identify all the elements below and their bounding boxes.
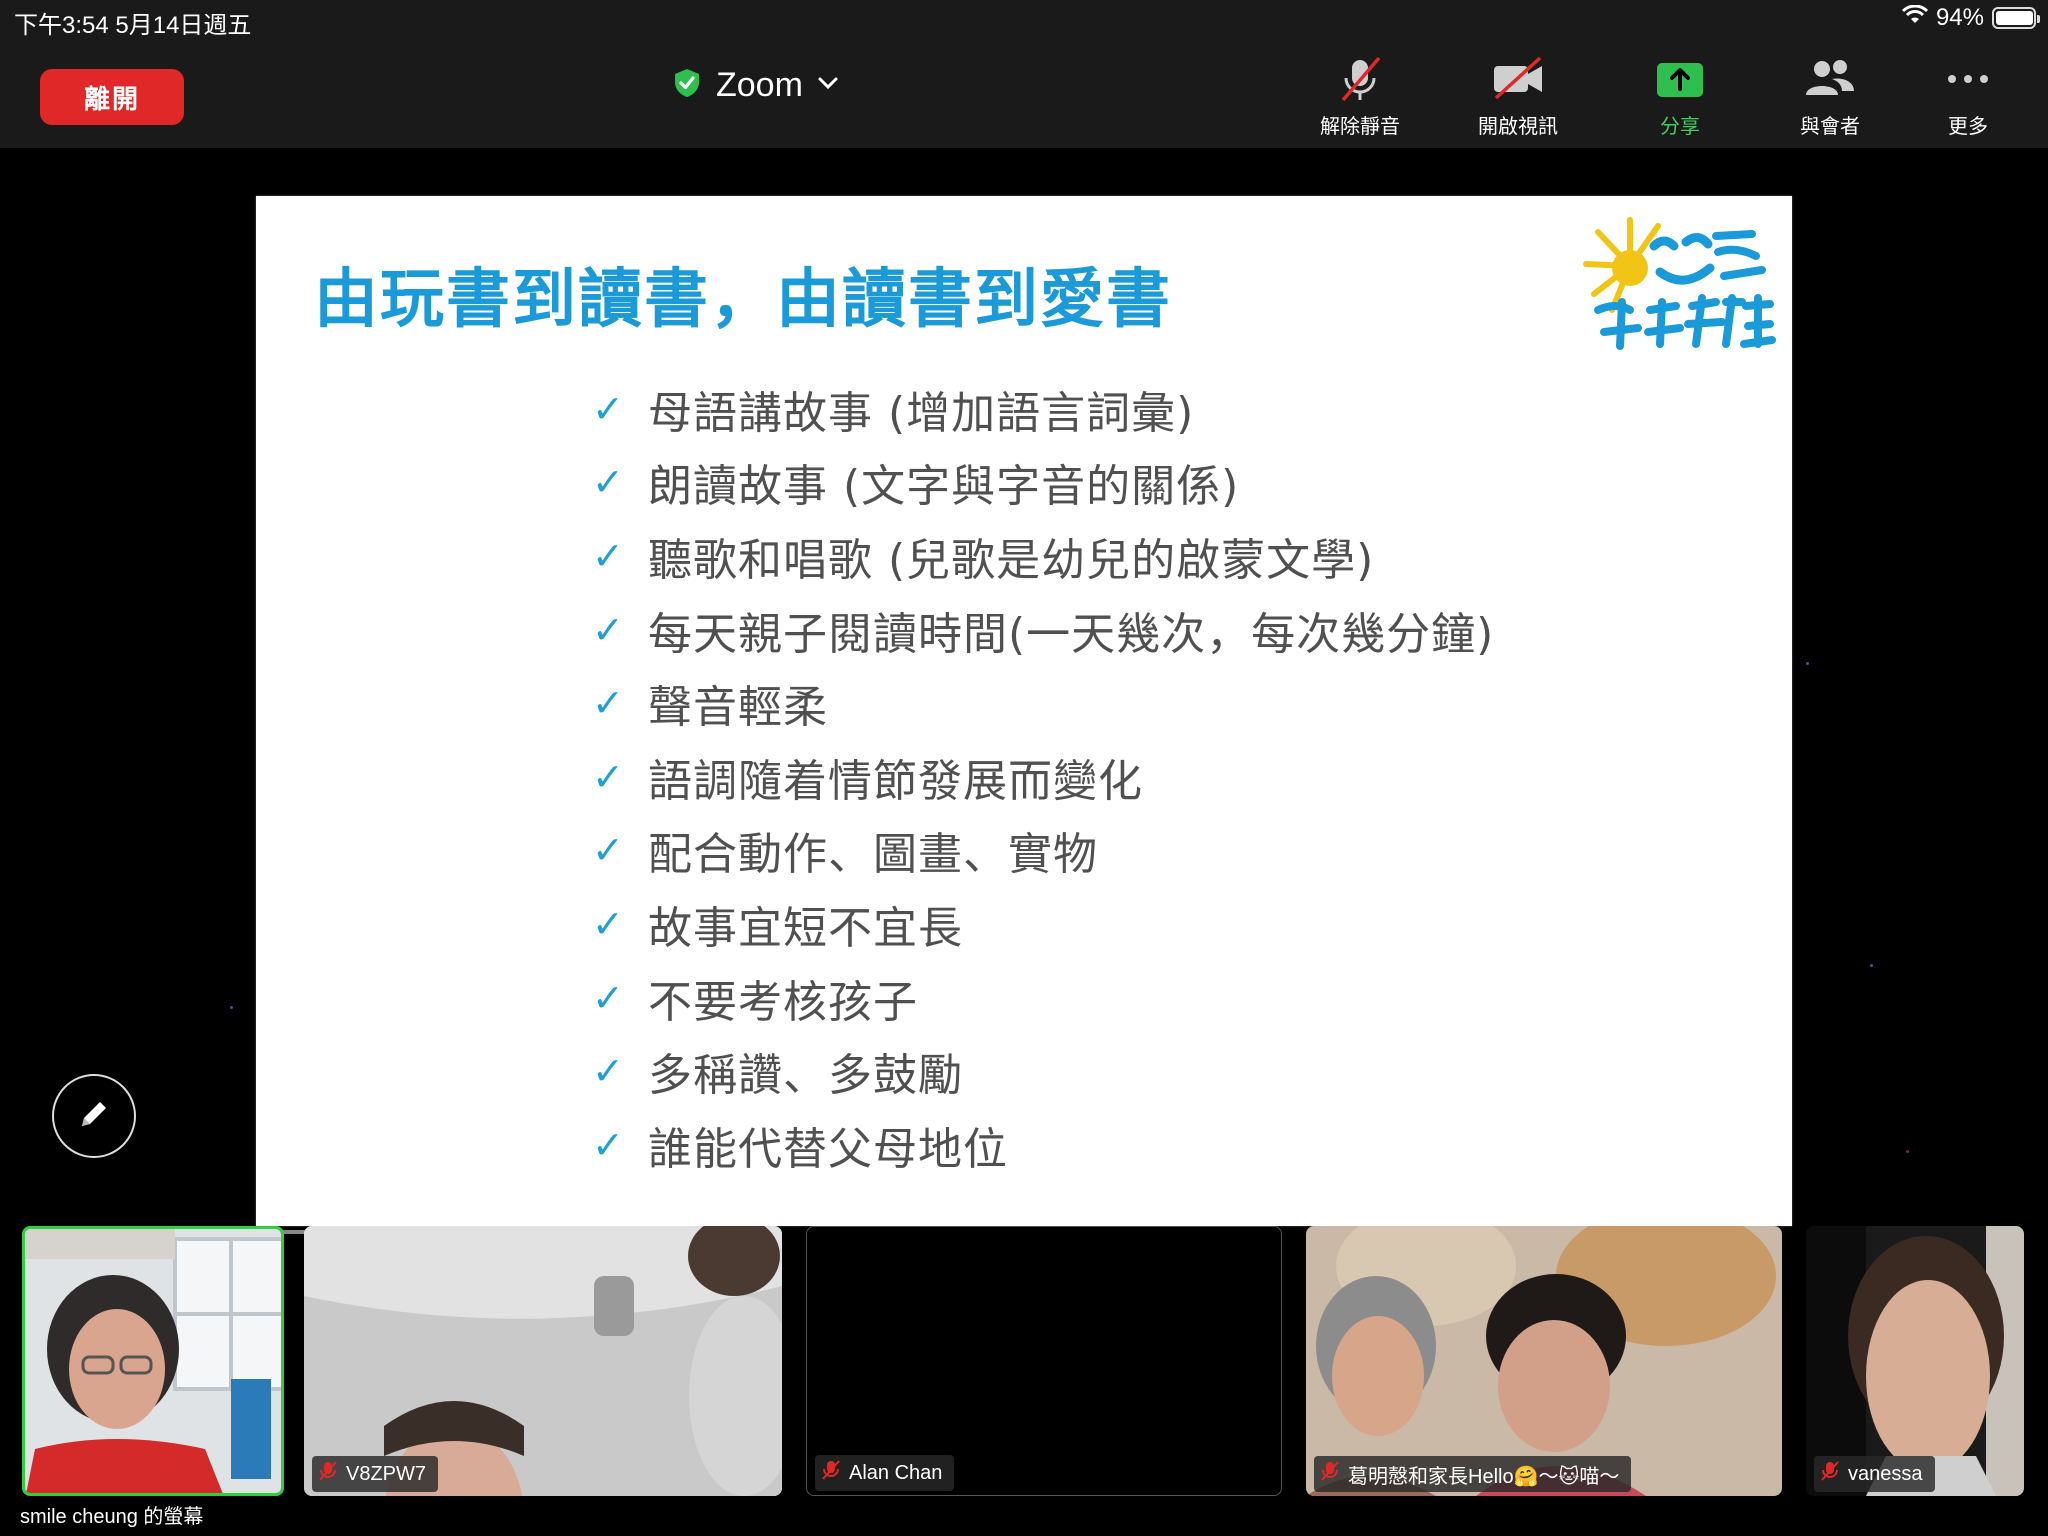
bullet-item: ✓ 配合動作、圖畫、實物 [592, 828, 1098, 881]
bullet-item: ✓ 聲音輕柔 [592, 681, 828, 734]
participant-name: 葛明慤和家長Hello🤗～🐱喵～ [1348, 1465, 1620, 1488]
meeting-toolbar: 離開 Zoom 解除靜音 開啟視訊 分享 與會者 更多 [0, 40, 2048, 148]
battery-percent: 94% [1935, 4, 1984, 31]
chevron-down-icon [817, 76, 839, 95]
shield-check-icon [672, 67, 702, 104]
check-icon: ✓ [592, 607, 624, 652]
bullet-item: ✓ 朗讀故事 (文字與字音的關係) [592, 460, 1240, 513]
background-speck [1806, 662, 1809, 665]
more-button[interactable]: 更多 [1908, 54, 2028, 140]
participant-name-tag: V8ZPW7 [312, 1456, 439, 1492]
check-icon: ✓ [592, 828, 624, 873]
check-icon: ✓ [592, 1049, 624, 1094]
background-speck [1906, 1150, 1909, 1153]
meeting-title[interactable]: Zoom [672, 66, 839, 105]
status-indicators: 94% [1901, 4, 2040, 32]
more-label: 更多 [1948, 116, 1988, 138]
check-icon: ✓ [592, 533, 624, 578]
shared-screen-owner-label: smile cheung 的螢幕 [20, 1506, 204, 1528]
bullet-item: ✓ 語調隨着情節發展而變化 [592, 754, 1143, 807]
participant-name: Alan Chan [849, 1461, 943, 1484]
unmute-label: 解除靜音 [1320, 116, 1400, 138]
microphone-muted-icon [1330, 54, 1390, 104]
more-dots-icon [1938, 54, 1998, 104]
wifi-icon [1901, 4, 1929, 32]
participant-thumbnail[interactable]: V8ZPW7 [304, 1226, 782, 1496]
bullet-item: ✓ 不要考核孩子 [592, 975, 918, 1028]
microphone-muted-icon [1820, 1460, 1840, 1488]
battery-icon [1992, 7, 2040, 29]
participant-name-tag: Alan Chan [815, 1455, 955, 1491]
share-arrow-icon [1650, 54, 1710, 104]
video-off-icon [1488, 54, 1548, 104]
share-label: 分享 [1660, 116, 1700, 138]
check-icon: ✓ [592, 386, 624, 431]
bullet-item: ✓ 故事宜短不宜長 [592, 901, 963, 954]
status-bar: 下午3:54 5月14日週五 94% [0, 0, 2048, 40]
bullet-item: ✓ 母語講故事 (增加語言詞彙) [592, 386, 1195, 439]
slide-title: 由玩書到讀書，由讀書到愛書 [314, 263, 1172, 337]
background-speck [230, 1006, 233, 1009]
bullet-item: ✓ 誰能代替父母地位 [592, 1122, 1008, 1175]
meeting-name: Zoom [716, 66, 803, 104]
bullet-item: ✓ 聽歌和唱歌 (兒歌是幼兒的啟蒙文學) [592, 533, 1375, 586]
participant-video [25, 1229, 281, 1493]
microphone-muted-icon [821, 1459, 841, 1487]
participant-name-tag: vanessa [1814, 1456, 1935, 1492]
check-icon: ✓ [592, 681, 624, 726]
participant-thumbnail-active[interactable] [22, 1226, 284, 1496]
participant-name-tag: 葛明慤和家長Hello🤗～🐱喵～ [1314, 1456, 1632, 1492]
bullet-item: ✓ 每天親子閱讀時間(一天幾次，每次幾分鐘) [592, 607, 1495, 660]
participant-thumbnail[interactable]: Alan Chan [806, 1226, 1282, 1496]
check-icon: ✓ [592, 901, 624, 946]
annotate-button[interactable] [52, 1074, 136, 1158]
share-button[interactable]: 分享 [1620, 54, 1740, 140]
microphone-muted-icon [318, 1460, 338, 1488]
participants-button[interactable]: 與會者 [1770, 54, 1890, 140]
check-icon: ✓ [592, 754, 624, 799]
sun-logo [1576, 206, 1776, 356]
participant-name: V8ZPW7 [346, 1462, 427, 1485]
microphone-muted-icon [1320, 1460, 1340, 1488]
slide-bullet-list: ✓ 母語講故事 (增加語言詞彙) ✓ 朗讀故事 (文字與字音的關係) ✓ 聽歌和唱歌 … [592, 372, 1494, 1182]
status-time: 下午3:54 5月14日週五 [14, 12, 252, 39]
check-icon: ✓ [592, 1122, 624, 1167]
bullet-item: ✓ 多稱讚、多鼓勵 [592, 1049, 963, 1102]
participant-name: vanessa [1848, 1462, 1923, 1485]
check-icon: ✓ [592, 460, 624, 505]
participant-thumbnail[interactable]: vanessa [1806, 1226, 2024, 1496]
unmute-button[interactable]: 解除靜音 [1300, 54, 1420, 140]
participant-thumbnail[interactable]: 葛明慤和家長Hello🤗～🐱喵～ [1306, 1226, 1782, 1496]
background-speck [1870, 964, 1873, 967]
start-video-button[interactable]: 開啟視訊 [1458, 54, 1578, 140]
leave-button[interactable]: 離開 [40, 69, 184, 125]
check-icon: ✓ [592, 975, 624, 1020]
participants-label: 與會者 [1800, 116, 1860, 138]
start-video-label: 開啟視訊 [1478, 116, 1558, 138]
shared-screen-slide: 由玩書到讀書，由讀書到愛書 ✓ 母語講故事 (增加語言詞彙) ✓ 朗讀故事 (文字與… [256, 196, 1792, 1226]
participants-icon [1800, 54, 1860, 104]
pencil-icon [76, 1096, 112, 1137]
